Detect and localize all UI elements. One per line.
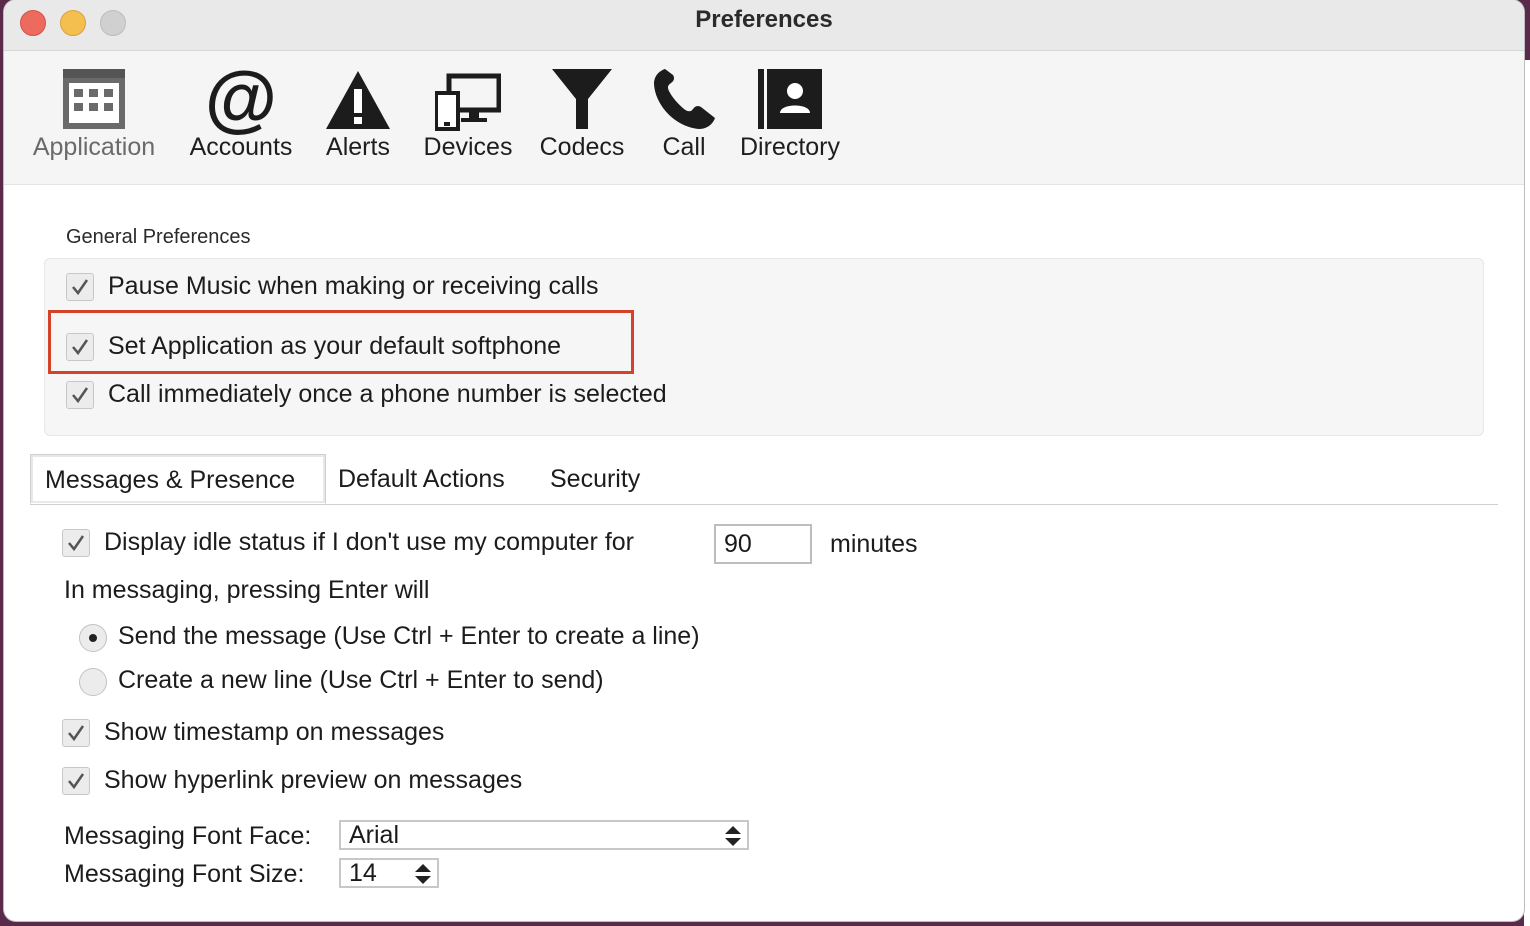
toolbar-label: Codecs (539, 133, 625, 161)
toolbar-label: Application (32, 133, 156, 161)
title-bar: Preferences (4, 0, 1524, 51)
enter-behavior-heading: In messaging, pressing Enter will (64, 576, 430, 604)
new-line-radio[interactable] (79, 668, 107, 696)
idle-minutes-unit: minutes (830, 530, 918, 558)
idle-status-label: Display idle status if I don't use my co… (104, 528, 634, 556)
font-face-value: Arial (349, 821, 400, 849)
tab-default-actions[interactable]: Default Actions (338, 454, 505, 504)
updown-arrows-icon (725, 826, 741, 846)
call-immediately-checkbox[interactable] (66, 381, 94, 409)
contact-book-icon (758, 69, 822, 129)
font-face-label: Messaging Font Face: (64, 822, 312, 850)
calendar-grid-icon (63, 69, 125, 129)
font-size-select[interactable]: 14 (339, 858, 439, 888)
show-timestamp-label: Show timestamp on messages (104, 718, 445, 746)
monitor-phone-icon (435, 73, 501, 131)
toolbar-item-devices[interactable]: Devices (416, 65, 520, 180)
toolbar-item-alerts[interactable]: Alerts (318, 65, 398, 180)
toolbar-label: Accounts (189, 133, 293, 161)
warning-triangle-icon (326, 71, 390, 129)
window-title: Preferences (695, 6, 833, 33)
checkmark-icon (72, 279, 89, 296)
send-message-label: Send the message (Use Ctrl + Enter to cr… (118, 622, 700, 650)
preferences-tabs: Messages & Presence Default Actions Secu… (30, 454, 1498, 505)
toolbar-label: Directory (739, 133, 840, 161)
show-timestamp-checkbox[interactable] (62, 719, 90, 747)
checkmark-icon (68, 773, 85, 790)
preferences-toolbar: Application @ Accounts Alerts Devices Co… (4, 51, 1524, 185)
checkmark-icon (72, 387, 89, 404)
checkmark-icon (68, 725, 85, 742)
toolbar-item-directory[interactable]: Directory (732, 65, 848, 180)
toolbar-item-codecs[interactable]: Codecs (534, 65, 630, 180)
toolbar-label: Call (662, 133, 706, 161)
tab-messages-presence[interactable]: Messages & Presence (30, 454, 326, 504)
font-size-value: 14 (349, 859, 377, 887)
phone-handset-icon (654, 69, 715, 129)
toolbar-label: Devices (423, 133, 513, 161)
pause-music-checkbox[interactable] (66, 273, 94, 301)
preferences-window: Preferences Application @ Accounts Alert… (4, 0, 1524, 921)
at-sign-icon: @ (204, 56, 278, 139)
send-message-radio[interactable] (79, 624, 107, 652)
toolbar-label: Alerts (326, 133, 390, 161)
call-immediately-label: Call immediately once a phone number is … (108, 380, 667, 408)
toolbar-item-call[interactable]: Call (644, 65, 724, 180)
hyperlink-preview-label: Show hyperlink preview on messages (104, 766, 523, 794)
new-line-label: Create a new line (Use Ctrl + Enter to s… (118, 666, 604, 694)
updown-arrows-icon (415, 864, 431, 884)
idle-minutes-input[interactable]: 90 (714, 524, 812, 564)
font-face-select[interactable]: Arial (339, 820, 749, 850)
toolbar-item-accounts[interactable]: @ Accounts (184, 56, 298, 180)
funnel-icon (552, 69, 612, 129)
general-preferences-heading: General Preferences (66, 226, 251, 248)
pause-music-label: Pause Music when making or receiving cal… (108, 272, 599, 300)
font-size-label: Messaging Font Size: (64, 860, 305, 888)
idle-status-checkbox[interactable] (62, 529, 90, 557)
toolbar-item-application[interactable]: Application (24, 65, 164, 180)
tab-security[interactable]: Security (550, 454, 640, 504)
hyperlink-preview-checkbox[interactable] (62, 767, 90, 795)
checkmark-icon (68, 535, 85, 552)
background-window-edge (1524, 60, 1530, 926)
highlight-annotation-box (48, 310, 634, 374)
